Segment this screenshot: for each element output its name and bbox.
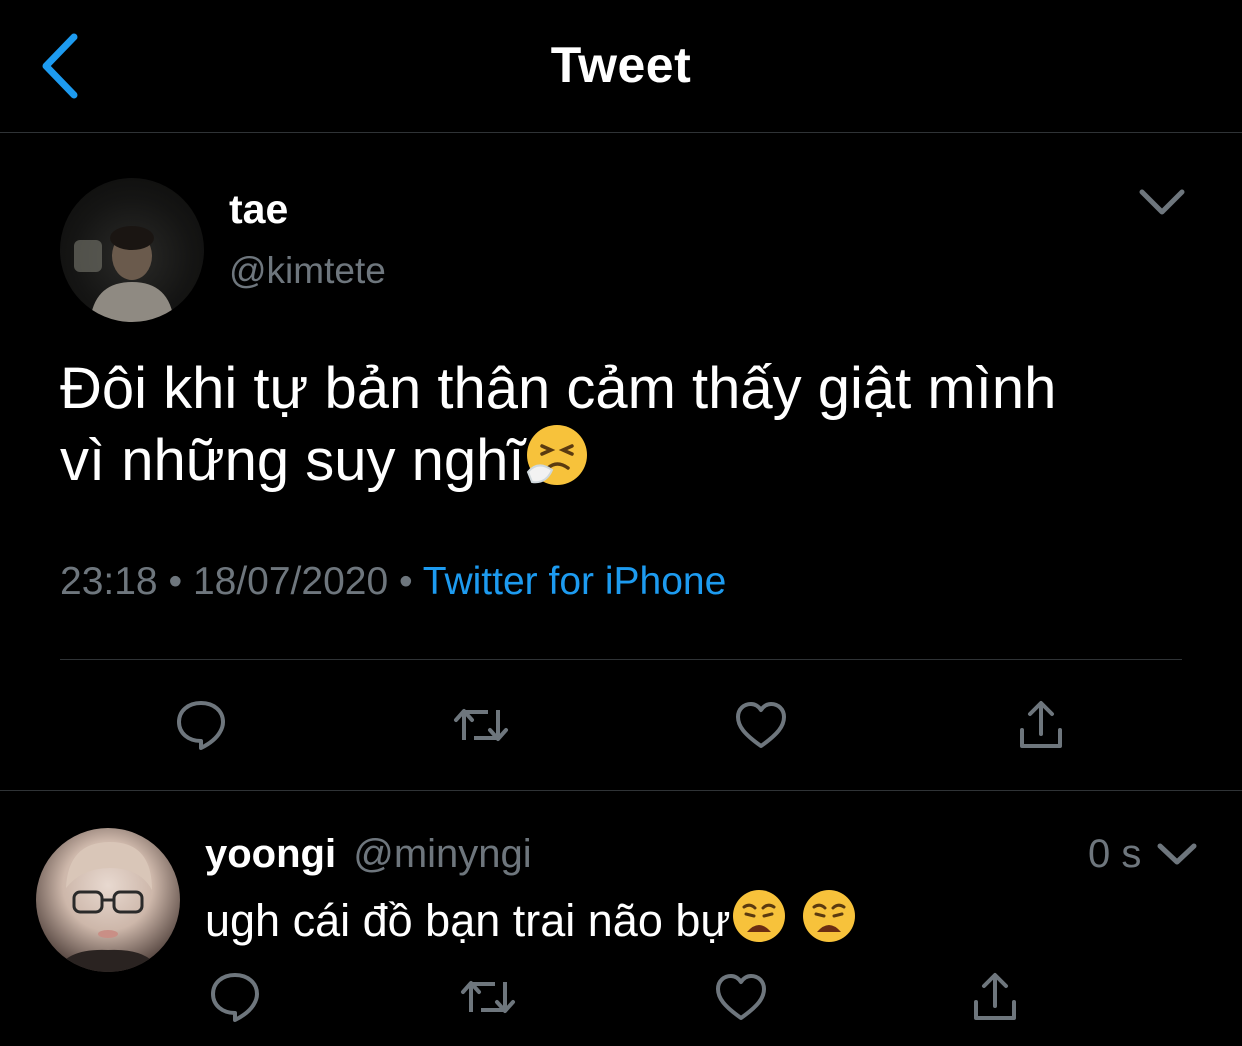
retweet-icon (454, 709, 508, 741)
chevron-down-icon (1157, 843, 1197, 865)
page-title: Tweet (550, 37, 692, 93)
share-icon (1020, 701, 1062, 748)
tweet-text-line: vì những suy nghĩ (60, 422, 1200, 502)
reply-icon (177, 701, 225, 750)
divider (60, 659, 1182, 660)
tweet-source-link[interactable]: Twitter for iPhone (423, 560, 726, 603)
reply-header: yoongi @minyngi (205, 832, 532, 877)
display-name[interactable]: yoongi (205, 832, 336, 876)
like-button[interactable] (706, 962, 776, 1032)
tweet-text-fragment: vì những suy nghĩ (60, 428, 525, 493)
display-name[interactable]: tae (229, 186, 288, 233)
reply-button[interactable] (200, 962, 270, 1032)
tweet-time: 23:18 (60, 560, 158, 603)
separator-dot: • (168, 560, 183, 603)
retweet-button[interactable] (446, 690, 516, 760)
tweet-date: 18/07/2020 (192, 560, 389, 603)
chevron-down-icon (1139, 189, 1185, 215)
weary-face-emoji (801, 888, 857, 957)
share-button[interactable] (1006, 690, 1076, 760)
tweet-timestamp: 23:18 • 18/07/2020 • Twitter for iPhone (60, 560, 726, 604)
avatar-photo (74, 226, 174, 322)
retweet-button[interactable] (453, 962, 523, 1032)
user-handle[interactable]: @minyngi (353, 832, 531, 876)
retweet-icon (461, 981, 515, 1013)
user-handle[interactable]: @kimtete (229, 250, 386, 292)
more-options-button[interactable] (1152, 834, 1202, 874)
divider (0, 790, 1242, 791)
reply-text-fragment: ugh cái đồ bạn trai não bự (205, 895, 731, 946)
reply-time: 0 s (1088, 832, 1142, 876)
more-options-button[interactable] (1132, 180, 1192, 224)
like-icon (736, 702, 786, 748)
tweet-text: Đôi khi tự bản thân cảm thấy giật mình v… (60, 356, 1200, 502)
reply-button[interactable] (166, 690, 236, 760)
reply-text: ugh cái đồ bạn trai não bự (205, 888, 857, 957)
reply-icon (211, 973, 259, 1022)
avatar[interactable] (36, 828, 180, 972)
avatar-photo (56, 842, 160, 972)
sneezing-face-emoji (524, 422, 590, 502)
like-button[interactable] (726, 690, 796, 760)
share-button[interactable] (960, 962, 1030, 1032)
avatar[interactable] (60, 178, 204, 322)
like-icon (716, 974, 766, 1020)
weary-face-emoji (731, 888, 787, 957)
share-icon (974, 973, 1016, 1020)
tweet-text-line: Đôi khi tự bản thân cảm thấy giật mình (60, 356, 1057, 421)
separator-dot: • (399, 560, 413, 603)
